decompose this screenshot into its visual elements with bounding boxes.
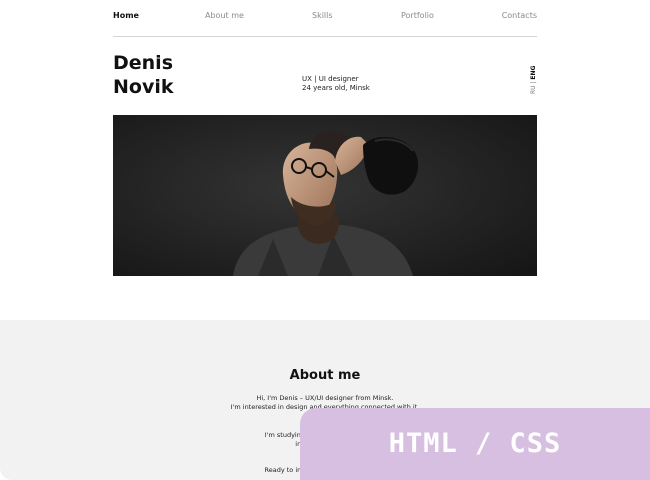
tech-badge-label: HTML / CSS: [388, 428, 562, 459]
nav-portfolio[interactable]: Portfolio: [401, 11, 434, 20]
page-title: Denis Novik: [113, 51, 174, 99]
nav-contacts[interactable]: Contacts: [502, 11, 537, 20]
language-switcher: RU | ENG: [530, 66, 538, 94]
lang-eng[interactable]: ENG: [530, 66, 537, 80]
portrait-image: [113, 115, 537, 276]
about-title: About me: [289, 368, 361, 383]
lang-ru[interactable]: RU: [530, 85, 537, 94]
main-nav: Home About me Skills Portfolio Contacts: [113, 11, 537, 25]
nav-divider: [113, 36, 537, 37]
hero-subtitle: UX | UI designer 24 years old, Minsk: [302, 75, 370, 93]
nav-about-me[interactable]: About me: [205, 11, 244, 20]
first-name: Denis: [113, 52, 174, 74]
lang-separator: |: [530, 79, 537, 86]
about-line-1: Hi, I'm Denis – UX/UI designer from Mins…: [256, 394, 394, 402]
hero-photo: [113, 115, 537, 276]
tech-badge: HTML / CSS: [300, 408, 650, 480]
nav-home[interactable]: Home: [113, 11, 139, 20]
nav-skills[interactable]: Skills: [312, 11, 333, 20]
last-name: Novik: [113, 76, 174, 98]
age-location-text: 24 years old, Minsk: [302, 84, 370, 92]
role-text: UX | UI designer: [302, 75, 359, 83]
